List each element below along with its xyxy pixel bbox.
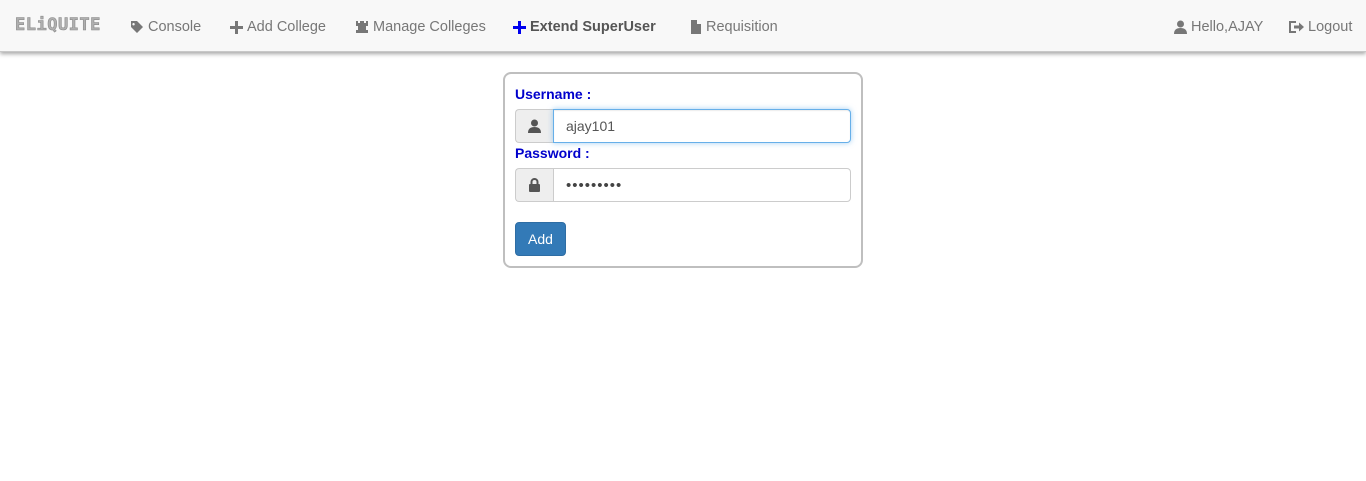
user-icon bbox=[1174, 20, 1187, 34]
extend-superuser-form: Username : Password : Add bbox=[503, 72, 863, 268]
nav-item-label: Add College bbox=[247, 19, 326, 35]
nav-item-manage-colleges[interactable]: Manage Colleges bbox=[355, 17, 486, 37]
logout-link[interactable]: Logout bbox=[1289, 17, 1352, 37]
plus-icon bbox=[513, 20, 526, 34]
nav-item-label: Extend SuperUser bbox=[530, 19, 656, 35]
user-icon bbox=[515, 109, 553, 143]
username-input[interactable] bbox=[553, 109, 851, 143]
password-input[interactable] bbox=[553, 168, 851, 202]
user-greeting-label: Hello,AJAY bbox=[1191, 19, 1264, 35]
brand-logo[interactable]: ELiQUITE bbox=[15, 15, 101, 36]
add-button[interactable]: Add bbox=[515, 222, 566, 256]
user-greeting[interactable]: Hello,AJAY bbox=[1174, 17, 1263, 37]
nav-item-label: Manage Colleges bbox=[373, 19, 486, 35]
password-label: Password : bbox=[515, 145, 590, 161]
plus-icon bbox=[230, 20, 243, 34]
nav-item-extend-superuser[interactable]: Extend SuperUser bbox=[513, 17, 656, 37]
top-navbar: ELiQUITE Console Add College Manage Coll… bbox=[0, 0, 1366, 52]
logout-label: Logout bbox=[1308, 19, 1353, 35]
file-icon bbox=[690, 20, 702, 34]
tower-icon bbox=[355, 20, 369, 34]
nav-item-requisition[interactable]: Requisition bbox=[690, 17, 778, 37]
nav-item-add-college[interactable]: Add College bbox=[230, 17, 326, 37]
nav-item-label: Requisition bbox=[706, 19, 778, 35]
lock-icon bbox=[515, 168, 553, 202]
tag-icon bbox=[130, 20, 144, 34]
nav-item-console[interactable]: Console bbox=[130, 17, 201, 37]
logout-icon bbox=[1289, 20, 1304, 34]
username-input-group bbox=[515, 109, 851, 143]
password-input-group bbox=[515, 168, 851, 202]
username-label: Username : bbox=[515, 86, 592, 102]
nav-item-label: Console bbox=[148, 19, 202, 35]
